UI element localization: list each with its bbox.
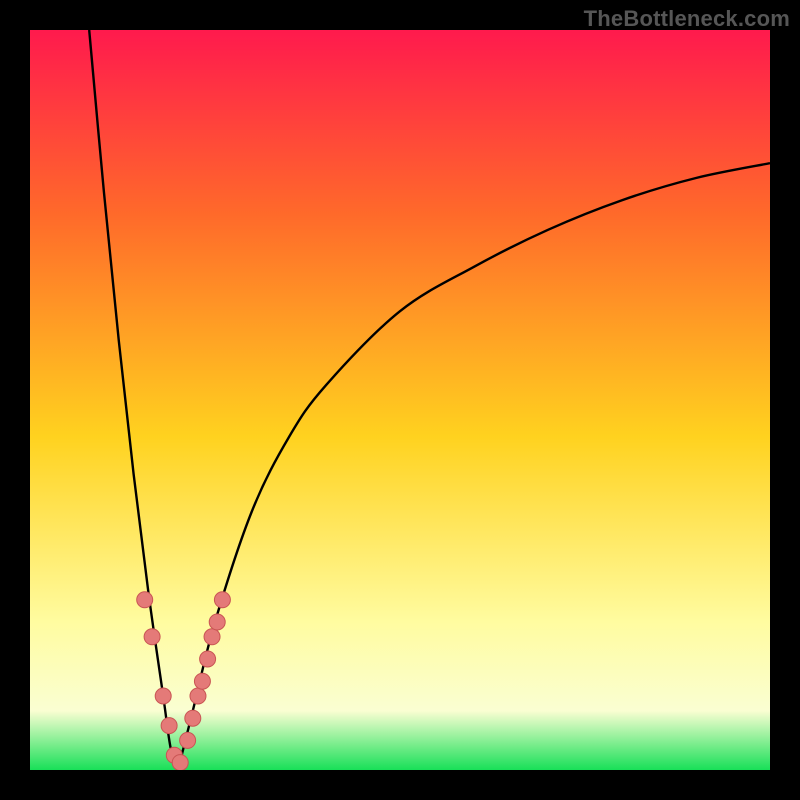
data-point xyxy=(209,614,225,630)
curve-right-branch xyxy=(178,163,770,770)
data-point xyxy=(194,673,210,689)
data-point xyxy=(155,688,171,704)
watermark-text: TheBottleneck.com xyxy=(584,6,790,32)
data-point xyxy=(137,592,153,608)
data-point xyxy=(214,592,230,608)
plot-area xyxy=(30,30,770,770)
chart-frame: TheBottleneck.com xyxy=(0,0,800,800)
data-point xyxy=(144,629,160,645)
data-point xyxy=(204,629,220,645)
data-markers xyxy=(137,592,231,770)
data-point xyxy=(172,755,188,770)
data-point xyxy=(180,732,196,748)
data-point xyxy=(185,710,201,726)
chart-svg xyxy=(30,30,770,770)
data-point xyxy=(200,651,216,667)
data-point xyxy=(190,688,206,704)
curve-left-branch xyxy=(89,30,178,770)
data-point xyxy=(161,718,177,734)
